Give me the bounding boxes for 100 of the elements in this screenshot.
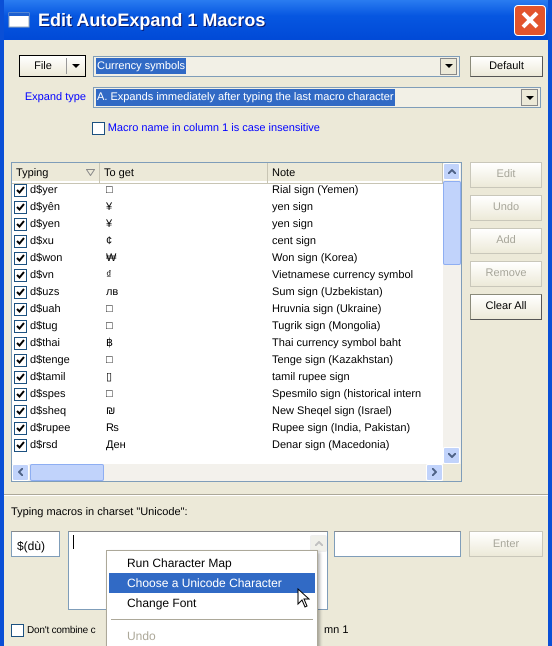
table-cell-text: d$won xyxy=(30,250,62,266)
table-cell: ₫ xyxy=(106,268,112,281)
checkbox[interactable] xyxy=(14,354,27,366)
default-button[interactable]: Default xyxy=(470,56,543,76)
scroll-left-button[interactable] xyxy=(12,464,29,480)
table-cell: Rial sign (Yemen) xyxy=(272,184,358,196)
column-header[interactable]: Typing xyxy=(16,164,48,181)
checkbox[interactable] xyxy=(14,320,27,332)
table-cell: Spesmilo sign (historical intern xyxy=(272,388,422,400)
caret-right-icon xyxy=(432,468,437,476)
table-cell-text: d$thai xyxy=(30,336,60,351)
table-cell: Thai currency symbol baht xyxy=(272,336,401,349)
checkbox[interactable] xyxy=(14,234,27,248)
table-cell: tamil rupee sign xyxy=(272,370,350,383)
caret-up-icon xyxy=(314,541,322,546)
table-cell-text: d$rsd xyxy=(30,438,58,453)
table-cell-text: d$tamil xyxy=(30,370,66,385)
checkbox[interactable] xyxy=(14,302,27,316)
checkbox[interactable] xyxy=(14,268,27,282)
table-cell: ₩ xyxy=(106,252,116,264)
table-cell-text: d$sheq xyxy=(30,404,66,419)
table-cell-text: d$tug xyxy=(30,318,58,334)
pointer-icon xyxy=(297,588,310,608)
checkbox[interactable] xyxy=(11,624,24,637)
checkbox-label: mn 1 xyxy=(324,623,348,638)
table-cell: ¥ xyxy=(106,200,112,213)
table-cell: □ xyxy=(106,184,113,196)
checkbox[interactable] xyxy=(14,422,27,434)
table-cell: □ xyxy=(106,320,113,332)
table-cell-text: d$yer xyxy=(30,182,58,198)
menu-item[interactable]: Run Character Map xyxy=(109,553,315,573)
expand-type-dropdown[interactable]: A. Expands immediately after typing the last macro character xyxy=(93,87,541,108)
checkbox[interactable] xyxy=(14,404,27,418)
table-cell: Denar sign (Macedonia) xyxy=(272,438,390,451)
dropdown-arrow-icon xyxy=(444,64,452,68)
scrollbar-thumb[interactable] xyxy=(30,464,104,480)
table-cell: □ xyxy=(106,354,113,366)
checkbox[interactable] xyxy=(14,370,27,384)
checkbox[interactable] xyxy=(14,286,27,298)
table-cell-text: d$uzs xyxy=(30,284,60,300)
checkbox[interactable] xyxy=(14,218,27,230)
table-cell: Sum sign (Uzbekistan) xyxy=(272,286,383,298)
table-cell-text: d$uah xyxy=(30,302,61,317)
table-cell: New Sheqel sign (Israel) xyxy=(272,404,392,417)
table-cell-text: d$tenge xyxy=(30,352,70,368)
table-cell: ▯ xyxy=(106,370,112,383)
dropdown-arrow-icon xyxy=(526,96,534,100)
macro-name-field[interactable]: $(dù) xyxy=(11,531,60,557)
checkbox[interactable] xyxy=(92,122,105,135)
file-button[interactable]: File xyxy=(19,55,86,77)
table-cell: Rupee sign (India, Pakistan) xyxy=(272,422,410,434)
table-cell: ₨ xyxy=(106,422,119,434)
table-cell: ¢ xyxy=(106,234,112,247)
caret-down-icon xyxy=(448,452,456,458)
table-cell: Won sign (Korea) xyxy=(272,252,358,264)
table-cell-text: d$rupee xyxy=(30,420,70,436)
scrollbar-corner xyxy=(443,464,461,480)
window-title: Edit AutoExpand 1 Macros xyxy=(38,8,266,32)
sort-arrow-icon xyxy=(86,169,95,176)
table-cell-text: d$yen xyxy=(30,216,60,232)
table-cell: cent sign xyxy=(272,234,316,247)
table-cell: □ xyxy=(106,388,113,400)
checkbox[interactable] xyxy=(14,388,27,400)
table-cell-text: d$vn xyxy=(30,268,54,283)
checkbox-label: Don't combine c xyxy=(27,625,96,636)
checkbox[interactable] xyxy=(14,200,27,214)
dropdown-arrow-icon xyxy=(72,64,80,68)
close-button[interactable] xyxy=(514,4,546,36)
checkbox[interactable] xyxy=(14,336,27,350)
caret-left-icon xyxy=(18,468,23,476)
window-icon xyxy=(8,12,30,28)
table-cell: ฿ xyxy=(106,336,113,349)
column-header[interactable]: To get xyxy=(104,164,134,181)
scroll-right-button[interactable] xyxy=(426,464,443,480)
charset-label: Typing macros in charset "Unicode": xyxy=(11,506,188,518)
scroll-down-button[interactable] xyxy=(443,446,460,464)
menu-item[interactable]: Choose a Unicode Character xyxy=(109,573,315,593)
note-field[interactable] xyxy=(334,531,461,557)
table-cell: □ xyxy=(106,302,113,315)
table-cell-text: d$yên xyxy=(30,200,60,215)
macro-set-dropdown[interactable]: Currency symbols xyxy=(93,56,460,76)
table-cell: yen sign xyxy=(272,200,313,213)
table-cell-text: d$spes xyxy=(30,386,66,402)
expand-type-label: Expand type xyxy=(24,91,86,104)
close-icon xyxy=(520,10,540,30)
table-cell: Hruvnia sign (Ukraine) xyxy=(272,302,382,315)
checkbox[interactable] xyxy=(14,184,27,196)
table-cell-text: d$xu xyxy=(30,234,54,249)
checkbox[interactable] xyxy=(14,252,27,264)
scrollbar-thumb[interactable] xyxy=(443,180,461,264)
side-button[interactable]: Clear All xyxy=(470,294,542,320)
caret-up-icon xyxy=(448,168,456,174)
table-cell: Tugrik sign (Mongolia) xyxy=(272,320,380,332)
table-cell: yen sign xyxy=(272,218,313,230)
table-cell: ¥ xyxy=(106,218,112,230)
table-cell: лв xyxy=(106,286,118,298)
column-header[interactable]: Note xyxy=(272,164,296,181)
menu-item[interactable]: Change Font xyxy=(109,593,315,613)
checkbox-label: Macro name in column 1 is case insensitive xyxy=(108,121,320,136)
checkbox[interactable] xyxy=(14,438,27,452)
